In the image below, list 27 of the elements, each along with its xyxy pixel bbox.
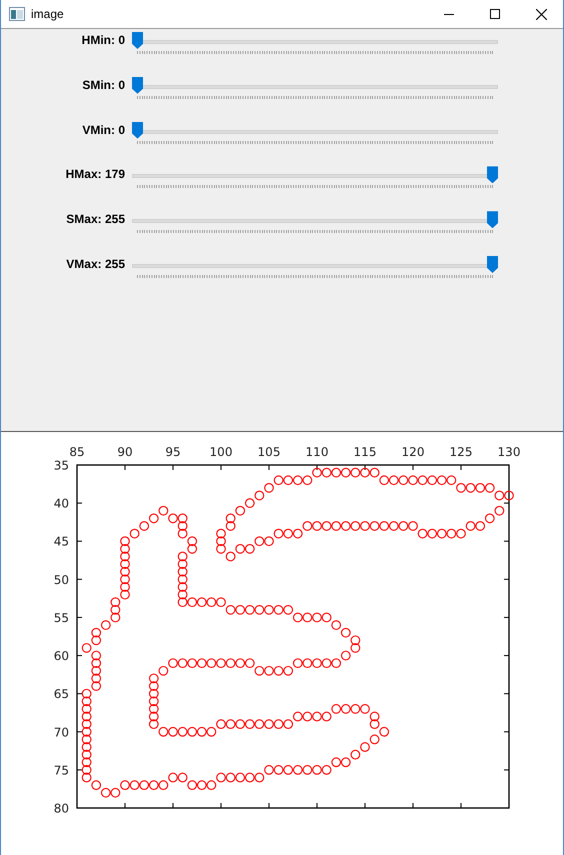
slider-label: SMax: 255 [65,212,126,226]
tick-label: 125 [450,445,472,459]
slider-label: VMin: 0 [81,122,126,137]
tick-label: 110 [306,445,328,459]
window-title: image [31,7,64,21]
tick-label: 60 [54,649,69,664]
tick-label: 70 [54,725,69,740]
tick-label: 75 [54,763,69,778]
tick-label: 115 [354,445,376,459]
tick-label: 35 [54,458,69,472]
tick-label: 90 [117,445,133,459]
tick-label: 130 [498,445,520,459]
slider-label: HMax: 179 [64,167,126,182]
tick-label: 100 [210,445,232,459]
tick-label: 95 [165,445,181,459]
slider-label: HMin: 0 [80,33,126,47]
tick-label: 45 [54,534,69,549]
tick-label: 120 [402,445,424,459]
tick-label: 65 [54,687,69,702]
tick-label: 50 [54,572,69,587]
tick-label: 55 [54,610,69,625]
tick-label: 40 [54,496,69,511]
tick-label: 105 [258,445,280,459]
slider-label: SMin: 0 [81,78,126,92]
tick-label: 80 [54,802,69,816]
tick-label: 85 [69,445,85,459]
slider-label: VMax: 255 [65,256,126,271]
